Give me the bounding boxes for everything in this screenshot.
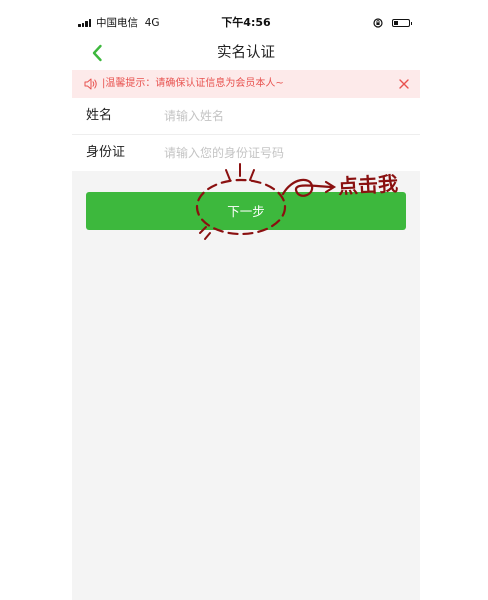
- notice-banner: |温馨提示：请确保认证信息为会员本人~: [72, 70, 420, 98]
- name-input[interactable]: [164, 104, 404, 128]
- page-title: 实名认证: [217, 45, 275, 61]
- name-row: 姓名: [72, 98, 420, 135]
- screenshot-canvas: 中国电信 4G 下午4:56 实名认证 |温馨提示：请确保认证信息为会员本人~ …: [0, 0, 488, 600]
- name-label: 姓名: [86, 108, 113, 123]
- rotation-lock-icon: [373, 18, 383, 28]
- status-time: 下午4:56: [221, 16, 271, 29]
- speaker-icon: [84, 78, 97, 90]
- battery-icon: [392, 19, 412, 27]
- next-button[interactable]: 下一步: [86, 192, 406, 230]
- close-icon[interactable]: [396, 76, 412, 92]
- id-card-row: 身份证: [72, 135, 420, 171]
- notice-text: |温馨提示：请确保认证信息为会员本人~: [102, 78, 284, 89]
- next-button-label: 下一步: [227, 204, 265, 219]
- id-card-input[interactable]: [164, 141, 404, 165]
- identity-form: 姓名 身份证: [72, 98, 420, 171]
- nav-bar: 实名认证: [72, 36, 420, 70]
- phone-screen: 中国电信 4G 下午4:56 实名认证 |温馨提示：请确保认证信息为会员本人~ …: [72, 0, 420, 600]
- id-card-label: 身份证: [86, 145, 126, 160]
- status-bar: 中国电信 4G 下午4:56: [72, 0, 420, 36]
